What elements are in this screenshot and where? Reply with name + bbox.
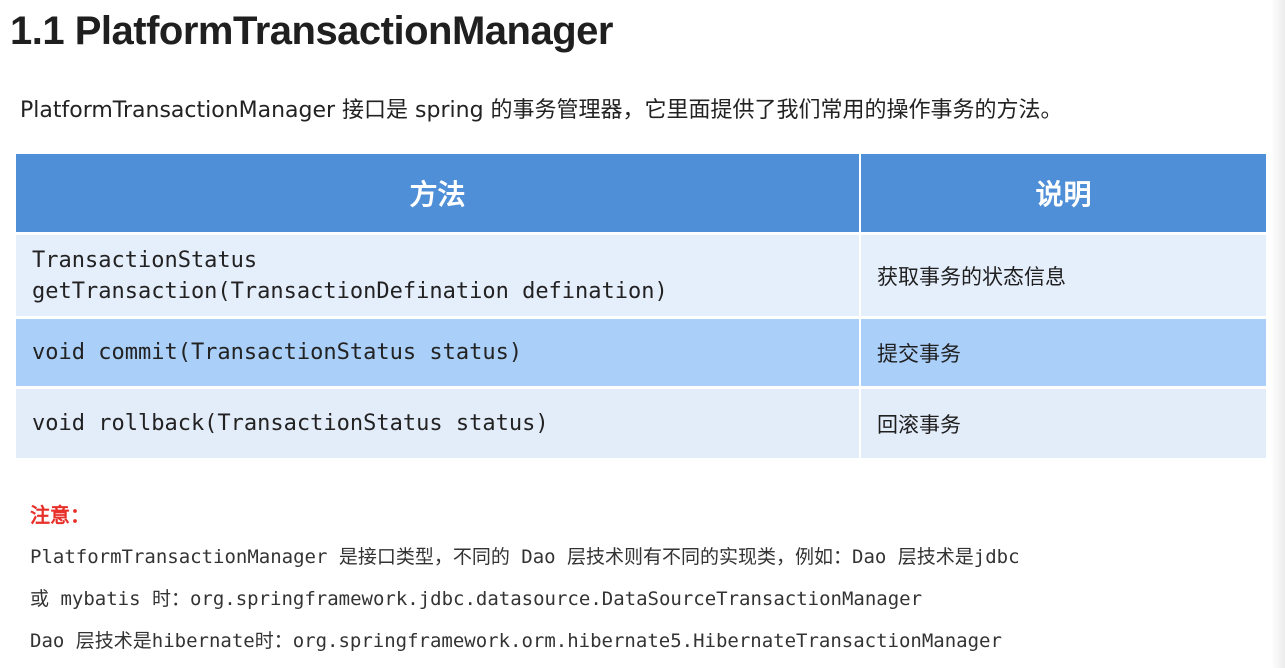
note-heading: 注意： xyxy=(30,503,90,527)
note-line: Dao 层技术是hibernate时：org.springframework.o… xyxy=(30,630,1002,652)
table-header-description: 说明 xyxy=(1035,178,1092,211)
note-line: PlatformTransactionManager 是接口类型，不同的 Dao… xyxy=(30,546,1020,568)
table-cell-method: void rollback(TransactionStatus status) xyxy=(16,389,861,458)
table-header-method: 方法 xyxy=(16,154,861,232)
methods-table: 方法 说明 TransactionStatus getTransaction(T… xyxy=(16,154,1266,458)
table-row: TransactionStatus getTransaction(Transac… xyxy=(16,235,1266,316)
page-title: 1.1 PlatformTransactionManager xyxy=(10,9,613,53)
intro-paragraph: PlatformTransactionManager 接口是 spring 的事… xyxy=(20,98,1063,123)
table-row: void rollback(TransactionStatus status) … xyxy=(16,389,1266,458)
table-cell-description: 回滚事务 xyxy=(877,412,961,437)
note-line: 或 mybatis 时：org.springframework.jdbc.dat… xyxy=(30,588,923,610)
table-row: void commit(TransactionStatus status) 提交… xyxy=(16,319,1266,386)
table-cell-description: 提交事务 xyxy=(877,341,961,366)
page-edge-shade xyxy=(1271,0,1285,668)
table-cell-description: 获取事务的状态信息 xyxy=(877,264,1066,289)
table-header-row: 方法 说明 xyxy=(16,154,1266,232)
table-cell-method: TransactionStatus getTransaction(Transac… xyxy=(16,235,861,316)
table-cell-method: void commit(TransactionStatus status) xyxy=(16,319,861,386)
